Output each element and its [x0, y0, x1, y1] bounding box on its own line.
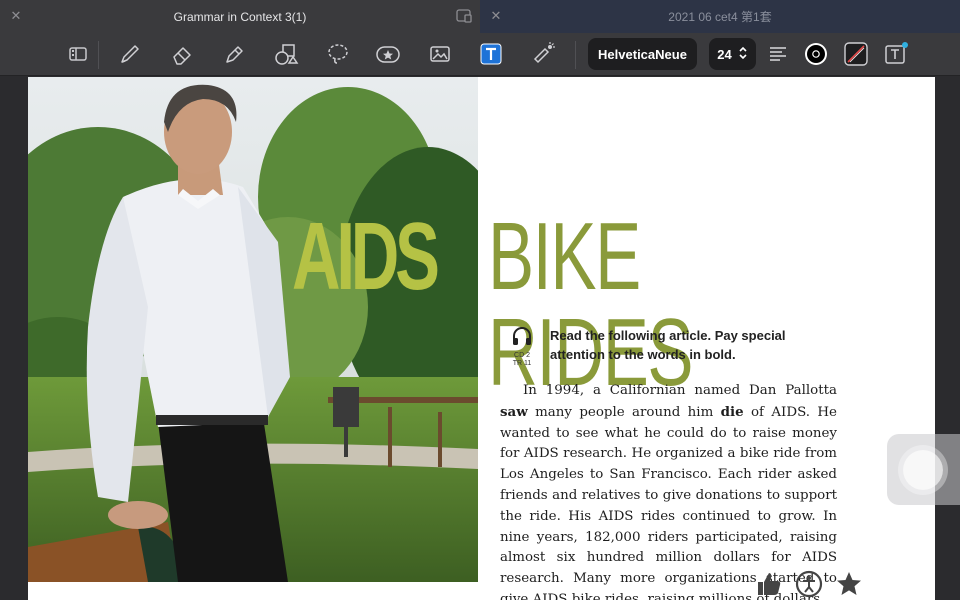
reading-instruction: Read the following article. Pay special … — [550, 326, 810, 364]
sidebar-icon[interactable] — [62, 38, 94, 70]
audio-track-label: TR 11 — [512, 360, 532, 367]
instruction-line: attention to the words in bold. — [550, 347, 736, 362]
text-icon[interactable] — [475, 38, 507, 70]
toolbar-divider — [98, 41, 99, 69]
article-photo — [28, 77, 478, 582]
pdf-page: AIDS BIKE RIDES CD 2 TR 11 Read the foll… — [28, 77, 935, 600]
tab-title: 2021 06 cet4 第1套 — [668, 10, 772, 24]
font-size-value: 24 — [717, 46, 732, 62]
article-text: many people around him — [527, 404, 721, 420]
pen-icon[interactable] — [114, 38, 146, 70]
split-view-icon[interactable] — [456, 9, 472, 23]
headline-bike-rides: BIKE RIDES — [488, 203, 693, 406]
shapes-icon[interactable] — [270, 38, 302, 70]
headline-aids: AIDS — [292, 203, 440, 310]
reaction-bar — [755, 570, 863, 598]
sticker-icon[interactable] — [372, 38, 404, 70]
highlighter-icon[interactable] — [218, 38, 250, 70]
tab-bar: ✕ Grammar in Context 3(1) ✕ 2021 06 cet4… — [0, 0, 960, 33]
lasso-icon[interactable] — [322, 38, 354, 70]
close-tab-icon[interactable]: ✕ — [489, 9, 503, 23]
laser-pointer-icon[interactable] — [527, 38, 559, 70]
audio-track-marker: CD 2 TR 11 — [510, 325, 534, 368]
chevron-updown-icon — [738, 46, 748, 63]
article-text: In 1994, a Californian named Dan Pallott… — [523, 383, 837, 398]
font-size-stepper[interactable]: 24 — [709, 38, 756, 70]
align-left-icon[interactable] — [762, 38, 794, 70]
document-viewer[interactable]: AIDS BIKE RIDES CD 2 TR 11 Read the foll… — [0, 77, 960, 600]
text-color-swatch[interactable] — [800, 38, 832, 70]
article-paragraph: In 1994, a Californian named Dan Pallott… — [500, 381, 837, 600]
article-body: In 1994, a Californian named Dan Pallott… — [500, 381, 837, 600]
close-tab-icon[interactable]: ✕ — [9, 9, 23, 23]
audio-cd-label: CD 2 — [514, 352, 530, 359]
no-fill-icon[interactable] — [840, 38, 872, 70]
tab-title: Grammar in Context 3(1) — [173, 9, 307, 24]
tab-grammar-in-context[interactable]: ✕ Grammar in Context 3(1) — [0, 0, 480, 33]
annotation-toolbar: HelveticaNeue 24 — [0, 33, 960, 76]
tab-cet4[interactable]: ✕ 2021 06 cet4 第1套 — [480, 0, 960, 33]
bold-word: die — [720, 403, 744, 420]
text-box-style-icon[interactable] — [880, 38, 912, 70]
headphones-icon — [513, 327, 531, 345]
instruction-line: Read the following article. Pay special — [550, 328, 786, 343]
favorite-star-icon[interactable] — [835, 570, 863, 598]
accessibility-icon[interactable] — [795, 570, 823, 598]
eraser-icon[interactable] — [166, 38, 198, 70]
bold-word: saw — [500, 403, 528, 420]
font-family-button[interactable]: HelveticaNeue — [588, 38, 697, 70]
thumbs-up-icon[interactable] — [755, 570, 783, 598]
image-icon[interactable] — [424, 38, 456, 70]
assistive-touch-button[interactable] — [887, 434, 960, 505]
assistive-touch-knob — [903, 450, 943, 490]
toolbar-divider — [575, 41, 576, 69]
